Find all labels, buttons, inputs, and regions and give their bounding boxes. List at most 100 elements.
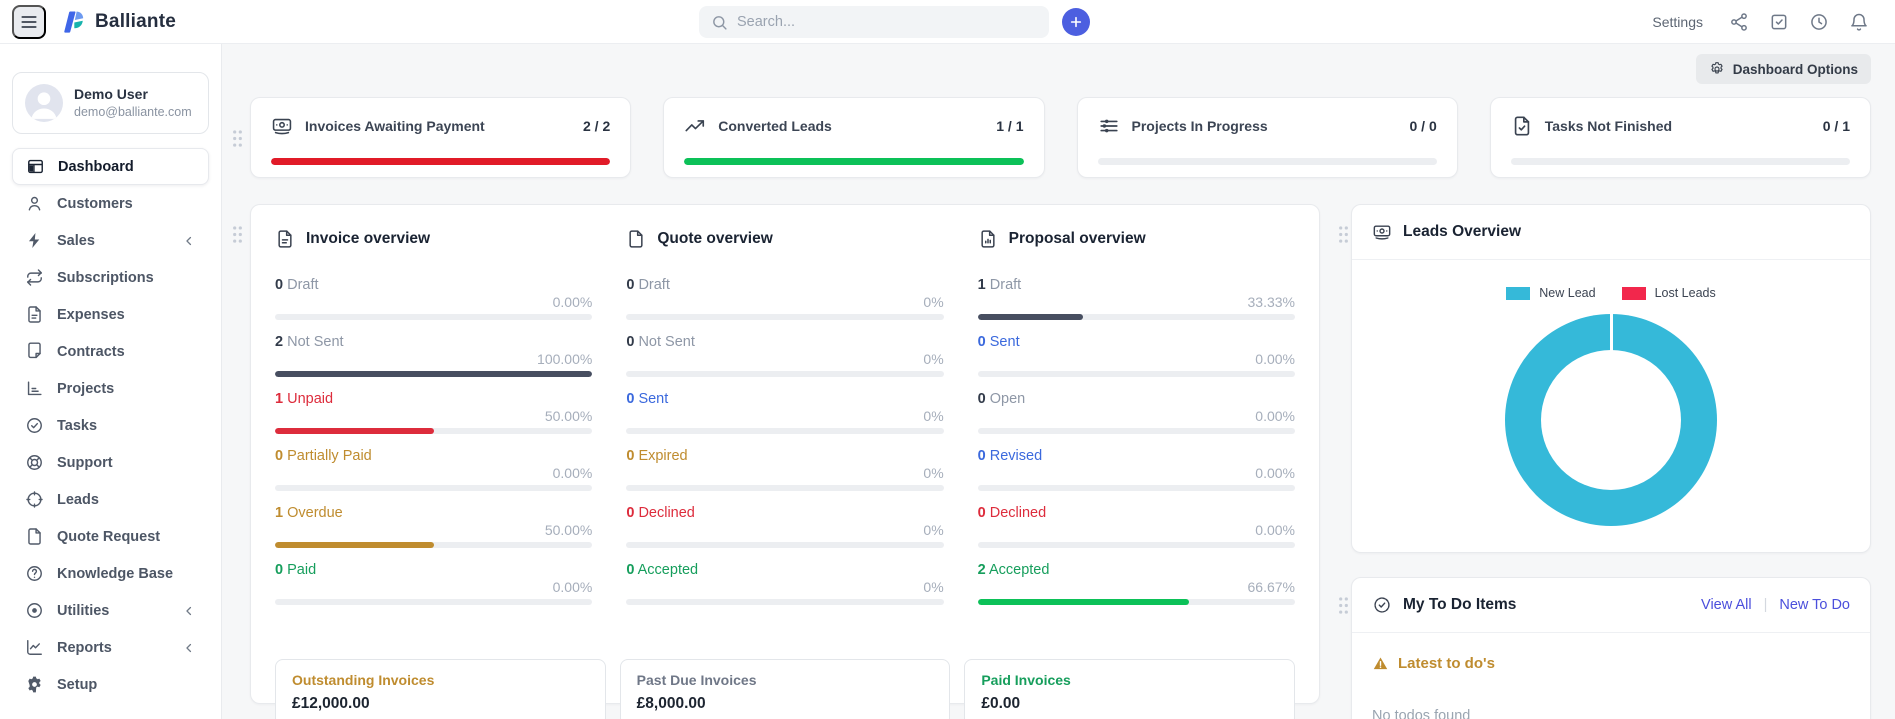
legend-swatch: [1506, 286, 1531, 300]
legend-item-lost-leads[interactable]: Lost Leads: [1621, 286, 1716, 300]
status-count: 0: [626, 562, 635, 578]
summary-label: Past Due Invoices: [636, 672, 757, 688]
stat-card-top: Converted Leads 1 / 1: [684, 115, 1024, 137]
status-label: Accepted: [637, 562, 699, 578]
status-row-accepted: 0 Accepted 0%: [626, 562, 944, 605]
sidebar-item-tasks[interactable]: Tasks: [12, 407, 209, 444]
search-input[interactable]: [737, 14, 1037, 30]
status-row-paid: 0 Paid 0.00%: [275, 562, 593, 605]
profile-card[interactable]: Demo User demo@balliante.com: [12, 72, 209, 134]
sidebar-item-label: Sales: [57, 232, 95, 249]
summary-label: Paid Invoices: [981, 672, 1071, 688]
stat-card-top: Projects In Progress 0 / 0: [1098, 115, 1437, 137]
drag-handle-icon[interactable]: [1336, 595, 1351, 616]
bell-icon[interactable]: [1849, 12, 1869, 32]
drag-handle-icon[interactable]: [230, 224, 245, 245]
sidebar-item-knowledge-base[interactable]: Knowledge Base: [12, 555, 209, 592]
status-label: Not Sent: [287, 334, 344, 350]
sidebar-item-label: Leads: [57, 491, 99, 508]
sidebar-item-contracts[interactable]: Contracts: [12, 333, 209, 370]
sidebar-item-label: Contracts: [57, 343, 125, 360]
options-row: Dashboard Options: [246, 54, 1871, 84]
status-count: 1: [275, 391, 284, 407]
legend-swatch: [1621, 286, 1646, 300]
overview-column-header: Quote overview: [626, 229, 943, 249]
chart-legend: New Lead Lost Leads: [1352, 286, 1870, 300]
stat-card-converted-leads[interactable]: Converted Leads 1 / 1: [663, 97, 1045, 178]
drag-handle-icon[interactable]: [1336, 224, 1351, 245]
sidebar-item-support[interactable]: Support: [12, 444, 209, 481]
status-count: 0: [275, 277, 284, 293]
brand[interactable]: Balliante: [60, 0, 176, 44]
quick-add-button[interactable]: [1062, 8, 1090, 36]
status-progress-bar: [626, 485, 944, 491]
view-all-link[interactable]: View All: [1701, 597, 1752, 613]
latest-todos-label: Latest to do's: [1398, 655, 1495, 672]
status-progress-bar: [977, 371, 1295, 377]
help-icon: [25, 564, 44, 583]
avatar: [25, 84, 63, 122]
status-row-draft: 1 Draft 33.33%: [977, 277, 1295, 320]
status-label: Accepted: [988, 562, 1050, 578]
sidebar-item-leads[interactable]: Leads: [12, 481, 209, 518]
status-percent: 0%: [923, 522, 944, 538]
sidebar-item-dashboard[interactable]: Dashboard: [12, 148, 209, 185]
status-percent: 0.00%: [552, 294, 593, 310]
status-progress-bar: [626, 542, 944, 548]
todo-empty-text: No todos found: [1372, 708, 1471, 719]
legend-item-new-lead[interactable]: New Lead: [1506, 286, 1596, 300]
projects-icon: [25, 379, 44, 398]
overview-rows: 0 Draft 0% 0 Not Sent 0% 0 Sent 0% 0 Exp…: [626, 277, 944, 605]
status-percent: 0.00%: [552, 579, 593, 595]
hamburger-menu-button[interactable]: [12, 5, 46, 39]
dashboard-options-button[interactable]: Dashboard Options: [1695, 54, 1871, 84]
stat-label: Tasks Not Finished: [1544, 118, 1673, 134]
tasks-checkbox-icon[interactable]: [1769, 12, 1789, 32]
sidebar-item-setup[interactable]: Setup: [12, 666, 209, 703]
sidebar-item-projects[interactable]: Projects: [12, 370, 209, 407]
sidebar-item-label: Reports: [57, 639, 112, 656]
stat-progress-bar: [271, 158, 611, 165]
status-label: Expired: [638, 448, 688, 464]
status-label: Not Sent: [638, 334, 695, 350]
sidebar-item-expenses[interactable]: Expenses: [12, 296, 209, 333]
sidebar-item-customers[interactable]: Customers: [12, 185, 209, 222]
status-count: 0: [977, 391, 986, 407]
sidebar-item-subscriptions[interactable]: Subscriptions: [12, 259, 209, 296]
drag-handle-icon[interactable]: [230, 128, 245, 149]
sidebar-item-utilities[interactable]: Utilities: [12, 592, 209, 629]
status-count: 0: [977, 505, 986, 521]
stat-card-invoices-awaiting-payment[interactable]: Invoices Awaiting Payment 2 / 2: [250, 97, 632, 178]
stat-progress-bar: [1097, 158, 1437, 165]
status-progress-bar: [977, 485, 1295, 491]
status-progress-bar: [977, 428, 1295, 434]
file-chart-icon: [978, 229, 998, 249]
sidebar-item-label: Setup: [57, 676, 98, 693]
overview-column-header: Invoice overview: [275, 229, 592, 249]
legend-label: New Lead: [1539, 286, 1596, 300]
chevron-left-icon: [182, 234, 196, 248]
overview-columns: Invoice overview 0 Draft 0.00% 2 Not Sen…: [275, 229, 1295, 619]
stat-card-tasks-not-finished[interactable]: Tasks Not Finished 0 / 1: [1489, 97, 1871, 178]
stat-card-top: Invoices Awaiting Payment 2 / 2: [271, 115, 610, 137]
stat-progress-fill: [271, 158, 611, 165]
sidebar-item-sales[interactable]: Sales: [12, 222, 209, 259]
cash-icon: [271, 115, 293, 137]
file-icon: [626, 229, 646, 249]
settings-link[interactable]: Settings: [1652, 14, 1703, 30]
sidebar-item-reports[interactable]: Reports: [12, 629, 209, 666]
share-icon[interactable]: [1729, 12, 1749, 32]
brand-name: Balliante: [95, 11, 176, 32]
stat-card-projects-in-progress[interactable]: Projects In Progress 0 / 0: [1076, 97, 1458, 178]
new-todo-link[interactable]: New To Do: [1779, 597, 1850, 613]
overview-column-quote-overview: Quote overview 0 Draft 0% 0 Not Sent 0% …: [626, 229, 944, 619]
chevron-left-icon: [182, 604, 196, 618]
status-row-declined: 0 Declined 0.00%: [977, 505, 1295, 548]
overview-column-title: Proposal overview: [1008, 230, 1146, 247]
invoice-summary-row: Outstanding Invoices £12,000.00 Past Due…: [275, 659, 1295, 719]
legend-label: Lost Leads: [1654, 286, 1716, 300]
status-row-draft: 0 Draft 0.00%: [275, 277, 593, 320]
sidebar-item-quote-request[interactable]: Quote Request: [12, 518, 209, 555]
clock-icon[interactable]: [1809, 12, 1829, 32]
right-column: Leads Overview New Lead Lost Leads My To…: [1351, 204, 1871, 719]
